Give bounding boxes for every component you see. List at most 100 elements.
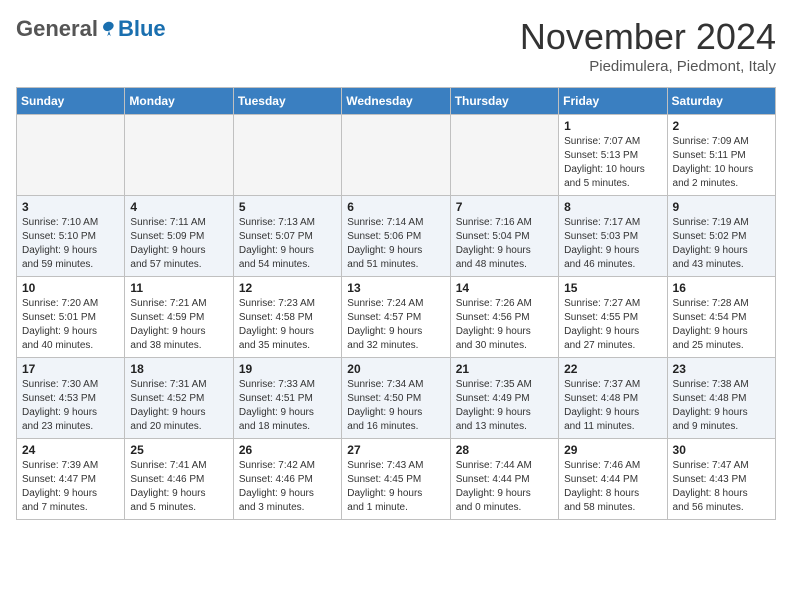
day-info: Sunrise: 7:38 AM Sunset: 4:48 PM Dayligh… bbox=[673, 378, 770, 434]
day-info: Sunrise: 7:10 AM Sunset: 5:10 PM Dayligh… bbox=[22, 216, 119, 272]
calendar-day-cell: 30 Sunrise: 7:47 AM Sunset: 4:43 PM Dayli… bbox=[667, 439, 775, 520]
day-number: 1 bbox=[564, 119, 661, 133]
logo-blue-text: Blue bbox=[118, 16, 166, 42]
day-number: 29 bbox=[564, 443, 661, 457]
day-info: Sunrise: 7:07 AM Sunset: 5:13 PM Dayligh… bbox=[564, 135, 661, 191]
calendar-day-cell bbox=[17, 115, 125, 196]
title-section: November 2024 Piedimulera, Piedmont, Ita… bbox=[520, 16, 776, 75]
calendar-day-cell bbox=[233, 115, 341, 196]
day-info: Sunrise: 7:20 AM Sunset: 5:01 PM Dayligh… bbox=[22, 297, 119, 353]
day-number: 18 bbox=[130, 362, 227, 376]
day-number: 2 bbox=[673, 119, 770, 133]
weekday-header: Saturday bbox=[667, 88, 775, 115]
day-number: 15 bbox=[564, 281, 661, 295]
calendar-day-cell bbox=[125, 115, 233, 196]
day-number: 8 bbox=[564, 200, 661, 214]
calendar-day-cell: 12 Sunrise: 7:23 AM Sunset: 4:58 PM Dayli… bbox=[233, 277, 341, 358]
weekday-header: Wednesday bbox=[342, 88, 450, 115]
day-number: 5 bbox=[239, 200, 336, 214]
day-number: 16 bbox=[673, 281, 770, 295]
calendar-day-cell: 4Sunrise: 7:11 AM Sunset: 5:09 PM Daylig… bbox=[125, 196, 233, 277]
weekday-header-row: SundayMondayTuesdayWednesdayThursdayFrid… bbox=[17, 88, 776, 115]
day-number: 20 bbox=[347, 362, 444, 376]
calendar-day-cell: 20Sunrise: 7:34 AM Sunset: 4:50 PM Dayli… bbox=[342, 358, 450, 439]
day-number: 21 bbox=[456, 362, 553, 376]
day-number: 17 bbox=[22, 362, 119, 376]
calendar-day-cell: 24 Sunrise: 7:39 AM Sunset: 4:47 PM Dayli… bbox=[17, 439, 125, 520]
day-info: Sunrise: 7:21 AM Sunset: 4:59 PM Dayligh… bbox=[130, 297, 227, 353]
calendar-day-cell: 25 Sunrise: 7:41 AM Sunset: 4:46 PM Dayli… bbox=[125, 439, 233, 520]
weekday-header: Sunday bbox=[17, 88, 125, 115]
calendar-day-cell: 18 Sunrise: 7:31 AM Sunset: 4:52 PM Dayli… bbox=[125, 358, 233, 439]
day-number: 24 bbox=[22, 443, 119, 457]
calendar-day-cell bbox=[450, 115, 558, 196]
day-number: 10 bbox=[22, 281, 119, 295]
day-number: 22 bbox=[564, 362, 661, 376]
day-info: Sunrise: 7:11 AM Sunset: 5:09 PM Dayligh… bbox=[130, 216, 227, 272]
day-info: Sunrise: 7:42 AM Sunset: 4:46 PM Dayligh… bbox=[239, 459, 336, 515]
day-info: Sunrise: 7:24 AM Sunset: 4:57 PM Dayligh… bbox=[347, 297, 444, 353]
calendar-day-cell: 16 Sunrise: 7:28 AM Sunset: 4:54 PM Dayli… bbox=[667, 277, 775, 358]
calendar-day-cell: 27 Sunrise: 7:43 AM Sunset: 4:45 PM Dayli… bbox=[342, 439, 450, 520]
day-info: Sunrise: 7:28 AM Sunset: 4:54 PM Dayligh… bbox=[673, 297, 770, 353]
weekday-header: Tuesday bbox=[233, 88, 341, 115]
calendar-day-cell: 5 Sunrise: 7:13 AM Sunset: 5:07 PM Daylig… bbox=[233, 196, 341, 277]
day-number: 13 bbox=[347, 281, 444, 295]
calendar-day-cell: 15 Sunrise: 7:27 AM Sunset: 4:55 PM Dayli… bbox=[559, 277, 667, 358]
logo: General Blue bbox=[16, 16, 166, 42]
day-info: Sunrise: 7:13 AM Sunset: 5:07 PM Dayligh… bbox=[239, 216, 336, 272]
calendar-day-cell: 11 Sunrise: 7:21 AM Sunset: 4:59 PM Dayli… bbox=[125, 277, 233, 358]
day-info: Sunrise: 7:23 AM Sunset: 4:58 PM Dayligh… bbox=[239, 297, 336, 353]
day-number: 27 bbox=[347, 443, 444, 457]
weekday-header: Monday bbox=[125, 88, 233, 115]
day-info: Sunrise: 7:44 AM Sunset: 4:44 PM Dayligh… bbox=[456, 459, 553, 515]
calendar-day-cell: 17 Sunrise: 7:30 AM Sunset: 4:53 PM Dayli… bbox=[17, 358, 125, 439]
weekday-header: Friday bbox=[559, 88, 667, 115]
calendar-day-cell: 7 Sunrise: 7:16 AM Sunset: 5:04 PM Daylig… bbox=[450, 196, 558, 277]
page-header: General Blue November 2024 Piedimulera, … bbox=[16, 16, 776, 75]
day-info: Sunrise: 7:41 AM Sunset: 4:46 PM Dayligh… bbox=[130, 459, 227, 515]
day-number: 3 bbox=[22, 200, 119, 214]
day-number: 30 bbox=[673, 443, 770, 457]
day-info: Sunrise: 7:43 AM Sunset: 4:45 PM Dayligh… bbox=[347, 459, 444, 515]
day-number: 9 bbox=[673, 200, 770, 214]
day-info: Sunrise: 7:31 AM Sunset: 4:52 PM Dayligh… bbox=[130, 378, 227, 434]
day-info: Sunrise: 7:26 AM Sunset: 4:56 PM Dayligh… bbox=[456, 297, 553, 353]
day-number: 7 bbox=[456, 200, 553, 214]
day-number: 26 bbox=[239, 443, 336, 457]
day-number: 12 bbox=[239, 281, 336, 295]
day-info: Sunrise: 7:27 AM Sunset: 4:55 PM Dayligh… bbox=[564, 297, 661, 353]
calendar-day-cell: 19 Sunrise: 7:33 AM Sunset: 4:51 PM Dayli… bbox=[233, 358, 341, 439]
day-info: Sunrise: 7:37 AM Sunset: 4:48 PM Dayligh… bbox=[564, 378, 661, 434]
calendar-day-cell: 2 Sunrise: 7:09 AM Sunset: 5:11 PM Daylig… bbox=[667, 115, 775, 196]
day-info: Sunrise: 7:16 AM Sunset: 5:04 PM Dayligh… bbox=[456, 216, 553, 272]
day-info: Sunrise: 7:39 AM Sunset: 4:47 PM Dayligh… bbox=[22, 459, 119, 515]
calendar-day-cell: 9Sunrise: 7:19 AM Sunset: 5:02 PM Daylig… bbox=[667, 196, 775, 277]
day-number: 14 bbox=[456, 281, 553, 295]
calendar-week-row: 3 Sunrise: 7:10 AM Sunset: 5:10 PM Daylig… bbox=[17, 196, 776, 277]
day-number: 19 bbox=[239, 362, 336, 376]
logo-bird-icon bbox=[100, 20, 118, 38]
day-number: 23 bbox=[673, 362, 770, 376]
calendar-day-cell: 8Sunrise: 7:17 AM Sunset: 5:03 PM Daylig… bbox=[559, 196, 667, 277]
location-text: Piedimulera, Piedmont, Italy bbox=[520, 58, 776, 75]
calendar-day-cell: 29Sunrise: 7:46 AM Sunset: 4:44 PM Dayli… bbox=[559, 439, 667, 520]
calendar-day-cell: 21 Sunrise: 7:35 AM Sunset: 4:49 PM Dayli… bbox=[450, 358, 558, 439]
weekday-header: Thursday bbox=[450, 88, 558, 115]
calendar-week-row: 24 Sunrise: 7:39 AM Sunset: 4:47 PM Dayli… bbox=[17, 439, 776, 520]
calendar-day-cell: 10 Sunrise: 7:20 AM Sunset: 5:01 PM Dayli… bbox=[17, 277, 125, 358]
calendar-table: SundayMondayTuesdayWednesdayThursdayFrid… bbox=[16, 87, 776, 520]
day-info: Sunrise: 7:35 AM Sunset: 4:49 PM Dayligh… bbox=[456, 378, 553, 434]
calendar-day-cell: 1 Sunrise: 7:07 AM Sunset: 5:13 PM Daylig… bbox=[559, 115, 667, 196]
day-info: Sunrise: 7:33 AM Sunset: 4:51 PM Dayligh… bbox=[239, 378, 336, 434]
day-info: Sunrise: 7:30 AM Sunset: 4:53 PM Dayligh… bbox=[22, 378, 119, 434]
day-number: 6 bbox=[347, 200, 444, 214]
day-info: Sunrise: 7:09 AM Sunset: 5:11 PM Dayligh… bbox=[673, 135, 770, 191]
logo-general-text: General bbox=[16, 16, 98, 42]
day-number: 25 bbox=[130, 443, 227, 457]
day-number: 11 bbox=[130, 281, 227, 295]
calendar-day-cell: 14 Sunrise: 7:26 AM Sunset: 4:56 PM Dayli… bbox=[450, 277, 558, 358]
day-info: Sunrise: 7:47 AM Sunset: 4:43 PM Dayligh… bbox=[673, 459, 770, 515]
calendar-week-row: 1 Sunrise: 7:07 AM Sunset: 5:13 PM Daylig… bbox=[17, 115, 776, 196]
calendar-day-cell: 23 Sunrise: 7:38 AM Sunset: 4:48 PM Dayli… bbox=[667, 358, 775, 439]
